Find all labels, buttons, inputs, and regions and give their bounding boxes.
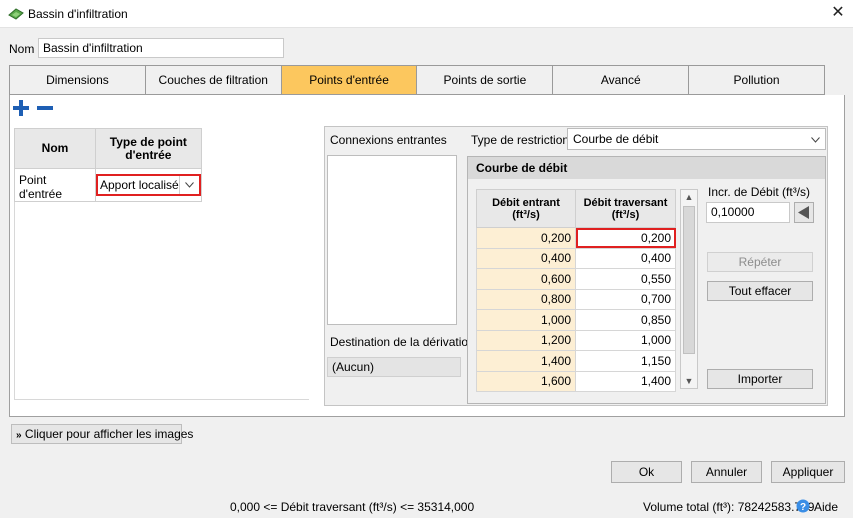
flow-curve-table: Débit entrant (ft³/s) Débit traversant (… [476, 189, 676, 392]
app-icon [8, 8, 24, 20]
entry-points-table: Nom Type de point d'entrée Point d'entré… [14, 128, 202, 202]
ok-button[interactable]: Ok [611, 461, 682, 483]
apply-increment-button[interactable] [794, 202, 814, 223]
apply-button[interactable]: Appliquer [771, 461, 845, 483]
double-chevron-down-icon: » [16, 430, 22, 441]
incoming-connections-label: Connexions entrantes [330, 133, 447, 147]
entry-point-name[interactable]: Point d'entrée [14, 168, 96, 202]
restriction-type-label: Type de restriction [471, 133, 570, 147]
remove-icon[interactable] [36, 99, 54, 117]
repeat-button[interactable]: Répéter [707, 252, 813, 272]
help-link[interactable]: Aide [814, 500, 838, 514]
restriction-type-value: Courbe de débit [573, 132, 659, 146]
table-row[interactable]: Point d'entrée Apport localisé [14, 168, 202, 202]
title-bar [0, 0, 853, 28]
tab-pollution[interactable]: Pollution [689, 66, 824, 94]
flow-constraint-text: 0,000 <= Débit traversant (ft³/s) <= 353… [230, 500, 475, 514]
clear-all-button[interactable]: Tout effacer [707, 281, 813, 301]
window-title: Bassin d'infiltration [28, 7, 128, 21]
chevron-down-icon [811, 137, 820, 143]
derivation-value[interactable]: (Aucun) [327, 357, 461, 377]
close-icon[interactable]: ✕ [829, 4, 847, 22]
entry-point-type-cell[interactable]: Apport localisé [95, 168, 202, 202]
table-row[interactable]: 0,200 0,200 [476, 227, 676, 249]
inflow-cell[interactable]: 1,400 [476, 350, 576, 372]
scrollbar-thumb[interactable] [683, 206, 695, 354]
tab-filter-layers[interactable]: Couches de filtration [146, 66, 282, 94]
table-row[interactable]: 0,400 0,400 [476, 247, 676, 269]
tab-dimensions[interactable]: Dimensions [10, 66, 146, 94]
tab-exit-points[interactable]: Points de sortie [417, 66, 554, 94]
table-row[interactable]: 0,600 0,550 [476, 268, 676, 290]
inflow-cell[interactable]: 1,000 [476, 309, 576, 331]
help-icon[interactable]: ? [796, 499, 810, 513]
throughflow-cell[interactable]: 0,850 [575, 309, 676, 331]
throughflow-cell[interactable]: 1,000 [575, 329, 676, 351]
column-header-throughflow: Débit traversant (ft³/s) [575, 189, 676, 228]
inflow-cell[interactable]: 0,800 [476, 288, 576, 310]
column-header-name: Nom [14, 128, 96, 169]
entry-point-type-value: Apport localisé [100, 178, 179, 192]
entry-point-type-select[interactable]: Apport localisé [96, 174, 201, 196]
table-row[interactable]: 1,200 1,000 [476, 329, 676, 351]
throughflow-cell[interactable]: 0,700 [575, 288, 676, 310]
svg-text:?: ? [800, 502, 806, 513]
inflow-cell[interactable]: 0,400 [476, 247, 576, 269]
table-row[interactable]: 1,400 1,150 [476, 350, 676, 372]
inflow-cell[interactable]: 1,200 [476, 329, 576, 351]
add-icon[interactable] [12, 99, 30, 117]
inflow-cell[interactable]: 0,600 [476, 268, 576, 290]
throughflow-cell[interactable]: 0,400 [575, 247, 676, 269]
throughflow-cell[interactable]: 1,400 [575, 370, 676, 392]
inflow-cell[interactable]: 1,600 [476, 370, 576, 392]
chevron-down-icon[interactable] [178, 176, 199, 194]
restriction-type-select[interactable]: Courbe de débit [567, 128, 826, 150]
column-header-inflow: Débit entrant (ft³/s) [476, 189, 576, 228]
triangle-left-icon [798, 206, 809, 219]
name-input[interactable]: Bassin d'infiltration [38, 38, 284, 58]
flow-increment-label: Incr. de Débit (ft³/s) [708, 185, 811, 199]
show-images-button[interactable]: » Cliquer pour afficher les images [11, 424, 193, 444]
flow-increment-input[interactable]: 0,10000 [706, 202, 790, 223]
import-button[interactable]: Importer [707, 369, 813, 389]
flow-curve-title: Courbe de débit [468, 157, 825, 179]
table-row[interactable]: 0,800 0,700 [476, 288, 676, 310]
table-row[interactable]: 1,000 0,850 [476, 309, 676, 331]
throughflow-cell[interactable]: 1,150 [575, 350, 676, 372]
tab-entry-points[interactable]: Points d'entrée [281, 66, 418, 94]
incoming-connections-list[interactable] [327, 155, 457, 325]
throughflow-cell[interactable]: 0,200 [575, 227, 676, 249]
tab-bar: Dimensions Couches de filtration Points … [9, 65, 825, 95]
inflow-cell[interactable]: 0,200 [476, 227, 576, 249]
table-row[interactable]: 1,600 1,400 [476, 370, 676, 392]
tab-advanced[interactable]: Avancé [553, 66, 690, 94]
show-images-label: Cliquer pour afficher les images [24, 427, 194, 441]
name-label: Nom [9, 42, 35, 56]
scroll-up-icon[interactable]: ▲ [681, 190, 697, 204]
scroll-down-icon[interactable]: ▼ [681, 374, 697, 388]
cancel-button[interactable]: Annuler [691, 461, 762, 483]
column-header-type: Type de point d'entrée [95, 128, 202, 169]
throughflow-cell[interactable]: 0,550 [575, 268, 676, 290]
total-volume-text: Volume total (ft³): 78242583.789 [643, 500, 815, 514]
derivation-label: Destination de la dérivation [330, 335, 475, 349]
